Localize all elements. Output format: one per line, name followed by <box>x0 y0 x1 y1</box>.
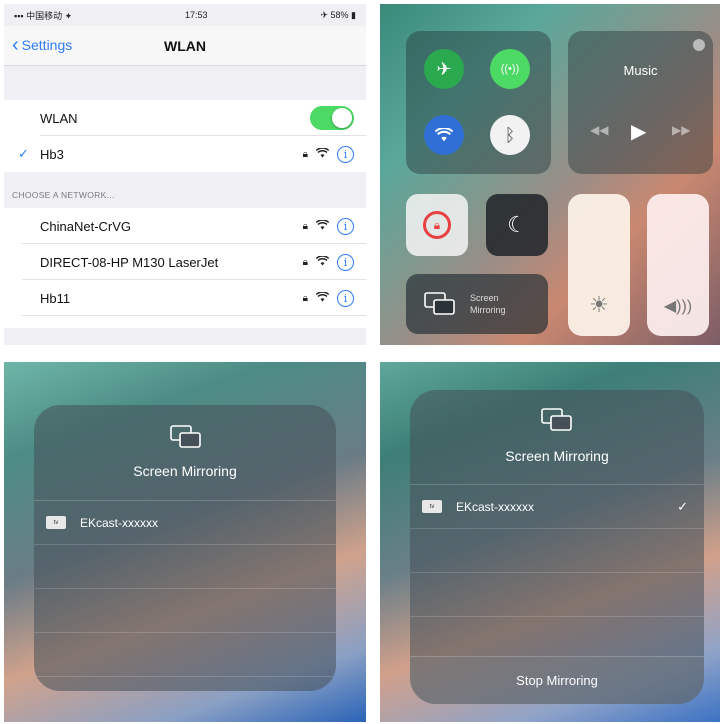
network-row[interactable]: Hb11 🔒︎ i <box>4 280 366 316</box>
screen-mirroring-connected-screen: Screen Mirroring tv EKcast-xxxxxx ✓ Stop… <box>380 362 720 722</box>
status-bar: ▪︎▪︎▪︎ 中国移动 ✦ 17:53 ✈ 58% ▮ <box>4 4 366 26</box>
lock-icon: 🔒︎ <box>302 148 308 160</box>
partial-row <box>4 316 366 328</box>
clock-text: 17:53 <box>185 10 208 20</box>
section-header: CHOOSE A NETWORK... <box>12 190 115 200</box>
rewind-icon[interactable]: ◀◀ <box>590 123 608 137</box>
wlan-toggle-row: WLAN <box>4 100 366 136</box>
moon-icon: ☾ <box>507 212 527 237</box>
info-icon[interactable]: i <box>337 145 354 163</box>
network-row[interactable]: ChinaNet-CrVG 🔒︎ i <box>4 208 366 244</box>
wifi-icon <box>315 290 330 305</box>
screen-label-line1: Screen <box>470 293 499 303</box>
bluetooth-button[interactable]: ᛒ <box>490 115 530 155</box>
info-icon[interactable]: i <box>337 217 354 235</box>
info-icon[interactable]: i <box>337 289 354 307</box>
chevron-left-icon: ‹ <box>12 34 19 56</box>
screen-mirroring-icon <box>424 292 455 315</box>
wifi-icon <box>315 218 330 233</box>
rotation-lock-button[interactable]: 🔒︎ <box>406 194 468 256</box>
speaker-icon: ◀))) <box>663 298 693 315</box>
back-label: Settings <box>21 37 73 53</box>
wifi-icon <box>435 128 453 142</box>
cellular-data-button[interactable]: ((•)) <box>490 49 530 89</box>
network-name: ChinaNet-CrVG <box>40 218 132 234</box>
screen-mirroring-sheet: Screen Mirroring tv EKcast-xxxxxx <box>34 405 336 691</box>
back-button[interactable]: ‹ Settings <box>12 34 73 56</box>
lock-icon: 🔒︎ <box>302 256 308 268</box>
rotation-lock-icon: 🔒︎ <box>423 211 451 239</box>
checkmark-icon: ✓ <box>677 498 688 514</box>
fast-forward-icon[interactable]: ▶▶ <box>672 123 690 137</box>
bluetooth-icon: ᛒ <box>504 124 516 145</box>
stop-mirroring-button[interactable]: Stop Mirroring <box>410 656 704 704</box>
airplay-icon[interactable] <box>693 39 705 51</box>
network-name: DIRECT-08-HP M130 LaserJet <box>40 254 219 270</box>
music-module: Music ◀◀ ▶ ▶▶ <box>568 31 713 174</box>
lock-icon: 🔒︎ <box>302 292 308 304</box>
wifi-button[interactable] <box>424 115 464 155</box>
checkmark-icon: ✓ <box>18 146 29 161</box>
sheet-title: Screen Mirroring <box>505 448 609 464</box>
sheet-title: Screen Mirroring <box>133 463 237 479</box>
nav-bar: ‹ Settings WLAN <box>4 26 366 66</box>
apple-tv-icon: tv <box>46 516 66 529</box>
screen-mirroring-sheet: Screen Mirroring tv EKcast-xxxxxx ✓ Stop… <box>410 390 704 704</box>
info-icon[interactable]: i <box>337 253 354 271</box>
sun-icon: ☀ <box>589 292 609 317</box>
screen-label-line2: Mirroring <box>470 305 506 315</box>
antenna-icon: ((•)) <box>500 63 520 75</box>
volume-slider[interactable]: ◀))) <box>647 194 709 336</box>
airplane-icon: ✈ <box>436 58 452 79</box>
carrier-text: ▪︎▪︎▪︎ 中国移动 ✦ <box>14 10 73 21</box>
screen-mirroring-icon <box>170 425 201 448</box>
device-row-selected[interactable]: tv EKcast-xxxxxx ✓ <box>410 484 704 528</box>
screen-mirroring-list-screen: Screen Mirroring tv EKcast-xxxxxx <box>4 362 366 722</box>
screen-mirroring-button[interactable]: Screen Mirroring <box>406 274 548 334</box>
airplane-mode-button[interactable]: ✈ <box>424 49 464 89</box>
wlan-toggle[interactable] <box>310 106 354 130</box>
connected-network-row[interactable]: ✓ Hb3 🔒︎ i <box>4 136 366 172</box>
wlan-label: WLAN <box>40 110 78 126</box>
device-name: EKcast-xxxxxx <box>456 499 535 514</box>
connectivity-module: ✈ ((•)) ᛒ <box>406 31 551 174</box>
wifi-icon <box>315 146 330 161</box>
network-name: Hb11 <box>40 290 71 306</box>
wifi-icon <box>315 254 330 269</box>
page-title: WLAN <box>164 37 206 54</box>
lock-icon: 🔒︎ <box>302 220 308 232</box>
network-row[interactable]: DIRECT-08-HP M130 LaserJet 🔒︎ i <box>4 244 366 280</box>
device-name: EKcast-xxxxxx <box>80 515 159 530</box>
battery-text: ✈ 58% ▮ <box>320 9 356 20</box>
music-title: Music <box>623 63 658 78</box>
control-center-screen: ✈ ((•)) ᛒ Music ◀◀ ▶ ▶▶ 🔒︎ ☾ Screen Mirr… <box>380 4 720 345</box>
brightness-slider[interactable]: ☀ <box>568 194 630 336</box>
do-not-disturb-button[interactable]: ☾ <box>486 194 548 256</box>
screen-mirroring-icon <box>541 408 572 431</box>
wlan-settings-screen: ▪︎▪︎▪︎ 中国移动 ✦ 17:53 ✈ 58% ▮ ‹ Settings W… <box>4 4 366 345</box>
network-name: Hb3 <box>40 146 64 162</box>
apple-tv-icon: tv <box>422 500 442 513</box>
device-row[interactable]: tv EKcast-xxxxxx <box>34 500 336 544</box>
play-icon[interactable]: ▶ <box>631 119 646 144</box>
